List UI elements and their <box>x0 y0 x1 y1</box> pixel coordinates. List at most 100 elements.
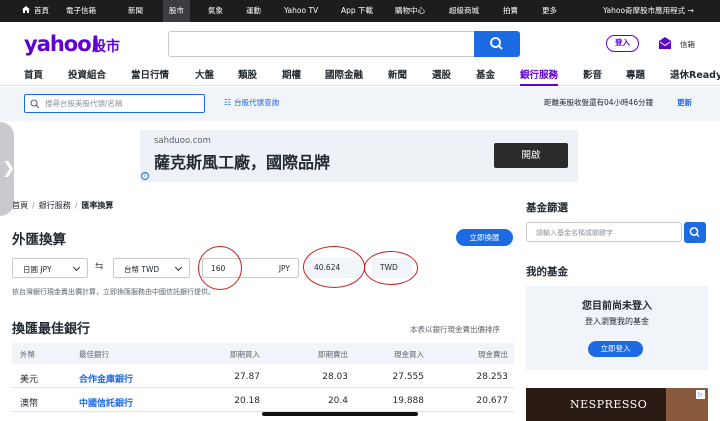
topbar-app-link[interactable]: Yahoo奇摩股市應用程式 → <box>603 0 694 22</box>
stock-code-lookup-link[interactable]: ☷ 台股代號查詢 <box>224 97 279 108</box>
row-spot-buy: 27.87 <box>234 372 260 382</box>
search-button[interactable] <box>474 31 520 57</box>
nav-item-portfolio[interactable]: 投資組合 <box>68 67 106 81</box>
yahoo-logo[interactable]: yahoo! <box>24 32 100 56</box>
topbar-item-tv[interactable]: Yahoo TV <box>284 0 318 22</box>
market-status: 距離美股收盤還有04小時46分鐘 <box>544 98 654 107</box>
row-cash-buy: 19.888 <box>392 396 425 406</box>
topbar-item-supermall[interactable]: 超級商城 <box>449 0 479 22</box>
refresh-link[interactable]: 更新 <box>677 97 692 108</box>
quote-search-placeholder: 搜尋台股美股代號/名稱 <box>45 99 123 108</box>
breadcrumb-current: 匯率換算 <box>81 201 114 210</box>
converter-note: 依台灣銀行現金賣出價計算，立即換匯服務由中國信託銀行提供。 <box>12 288 215 296</box>
adchoices-icon[interactable]: ▷ <box>696 390 705 399</box>
row-cash-sell: 20.677 <box>476 396 509 406</box>
logo-subtitle[interactable]: 股市 <box>92 36 120 56</box>
topbar-item-app[interactable]: App 下載 <box>341 0 373 22</box>
fund-search-input[interactable]: 請輸入基金名稱或關鍵字 <box>526 222 682 242</box>
nav-item-sectors[interactable]: 類股 <box>238 67 257 81</box>
top-bar: 首頁 電子信箱 新聞 股市 氣象 運動 Yahoo TV App 下載 購物中心… <box>0 0 720 22</box>
nav-item-home[interactable]: 首頁 <box>24 67 43 81</box>
annotation-circle <box>364 251 418 285</box>
from-currency-select[interactable]: 日圓 JPY <box>12 258 88 278</box>
nav-item-retirement[interactable]: 退休Ready <box>670 67 720 81</box>
breadcrumb-home[interactable]: 首頁 <box>12 201 28 210</box>
chevron-down-icon <box>174 263 183 272</box>
breadcrumb-bank-services[interactable]: 銀行服務 <box>39 201 71 210</box>
topbar-item-stock[interactable]: 股市 <box>163 0 190 22</box>
breadcrumb-separator: / <box>74 201 78 210</box>
topbar-item-sports[interactable]: 運動 <box>246 0 261 22</box>
row-bank-link[interactable]: 合作金庫銀行 <box>79 372 133 385</box>
table-row: 澳幣 中國信託銀行 20.18 20.4 19.888 20.677 <box>12 390 514 412</box>
topbar-item-mail[interactable]: 電子信箱 <box>66 0 96 22</box>
row-cash-sell: 28.253 <box>476 372 509 382</box>
to-currency-select[interactable]: 台幣 TWD <box>113 258 190 278</box>
stock-code-lookup-label: 台股代號查詢 <box>234 98 280 107</box>
header-spot-sell: 即期賣出 <box>318 350 348 359</box>
fund-screen-title: 基金篩選 <box>526 202 568 214</box>
nespresso-ad[interactable]: NESPRESSO ▷ <box>526 388 708 421</box>
ad-info-icon[interactable]: i <box>141 172 149 180</box>
breadcrumb-separator: / <box>32 201 35 210</box>
my-fund-title: 我的基金 <box>526 266 568 278</box>
quote-search-input[interactable]: 搜尋台股美股代號/名稱 <box>24 94 205 113</box>
exchange-now-button[interactable]: 立即換匯 <box>456 229 513 246</box>
search-input[interactable] <box>168 31 474 57</box>
row-spot-buy: 20.18 <box>234 396 260 406</box>
nav-item-bank-services[interactable]: 銀行服務 <box>520 67 559 86</box>
chevron-down-icon <box>72 263 81 272</box>
login-prompt-text: 登入瀏覽我的基金 <box>585 317 649 326</box>
home-indicator <box>262 412 418 416</box>
nav-item-intl-finance[interactable]: 國際金融 <box>325 67 363 81</box>
chevron-right-icon: ❯ <box>2 158 16 177</box>
breadcrumb: 首頁 / 銀行服務 / 匯率換算 <box>12 200 113 211</box>
mail-label[interactable]: 信箱 <box>680 39 695 50</box>
nav-item-topics[interactable]: 專題 <box>626 67 645 81</box>
search-icon <box>689 227 700 238</box>
ad-open-button[interactable]: 開啟 <box>494 143 568 168</box>
annotation-circle <box>198 246 242 290</box>
fund-search-button[interactable] <box>684 222 706 243</box>
fund-search-placeholder: 請輸入基金名稱或關鍵字 <box>536 229 613 237</box>
row-spot-sell: 28.03 <box>322 372 348 382</box>
nav-item-funds[interactable]: 基金 <box>476 67 495 81</box>
ad-title: 薩克斯風工廠，國際品牌 <box>154 153 331 172</box>
topbar-item-news[interactable]: 新聞 <box>128 0 143 22</box>
mail-icon[interactable] <box>658 36 672 50</box>
banner-ad[interactable]: sahduoo.com 薩克斯風工廠，國際品牌 開啟 i <box>140 130 578 182</box>
swap-icon[interactable]: ⇆ <box>95 261 103 272</box>
my-fund-panel: 您目前尚未登入 登入瀏覽我的基金 立即登入 <box>526 286 708 370</box>
converter-title: 外匯換算 <box>12 232 66 248</box>
table-header: 外幣 最佳銀行 即期買入 即期賣出 現金買入 現金賣出 <box>12 343 514 364</box>
row-currency: 澳幣 <box>20 399 39 409</box>
nav-item-videos[interactable]: 影音 <box>583 67 602 81</box>
nav-item-daily-quotes[interactable]: 當日行情 <box>131 67 169 81</box>
nav-item-screener[interactable]: 選股 <box>432 67 451 81</box>
nespresso-logo: NESPRESSO <box>570 398 648 411</box>
topbar-item-weather[interactable]: 氣象 <box>208 0 223 22</box>
header-currency: 外幣 <box>20 350 35 359</box>
row-bank-link[interactable]: 中國信託銀行 <box>79 396 133 409</box>
topbar-home[interactable]: 首頁 <box>22 0 49 22</box>
nav-item-futures[interactable]: 期權 <box>282 67 301 81</box>
row-cash-buy: 27.555 <box>392 372 425 382</box>
login-now-button[interactable]: 立即登入 <box>588 341 643 357</box>
row-spot-sell: 20.4 <box>327 396 348 406</box>
topbar-item-auction[interactable]: 拍賣 <box>503 0 518 22</box>
main-nav: 首頁 投資組合 當日行情 大盤 類股 期權 國際金融 新聞 選股 基金 銀行服務… <box>0 64 720 86</box>
header-cash-sell: 現金賣出 <box>478 350 508 359</box>
topbar-item-mall[interactable]: 購物中心 <box>395 0 425 22</box>
header: yahoo! 股市 登入 信箱 <box>0 22 720 64</box>
topbar-item-more[interactable]: 更多 <box>542 0 557 22</box>
nav-item-news[interactable]: 新聞 <box>388 67 407 81</box>
amount-currency: JPY <box>278 264 290 273</box>
quote-bar: 搜尋台股美股代號/名稱 ☷ 台股代號查詢 距離美股收盤還有04小時46分鐘 更新 <box>0 87 720 121</box>
nav-item-market[interactable]: 大盤 <box>195 67 214 81</box>
ad-domain: sahduoo.com <box>154 136 211 146</box>
row-currency: 美元 <box>20 375 39 385</box>
header-spot-buy: 即期買入 <box>230 350 260 359</box>
login-button[interactable]: 登入 <box>606 35 639 52</box>
table-row: 美元 合作金庫銀行 27.87 28.03 27.555 28.253 <box>12 366 514 388</box>
to-currency-value: 台幣 TWD <box>124 265 160 274</box>
